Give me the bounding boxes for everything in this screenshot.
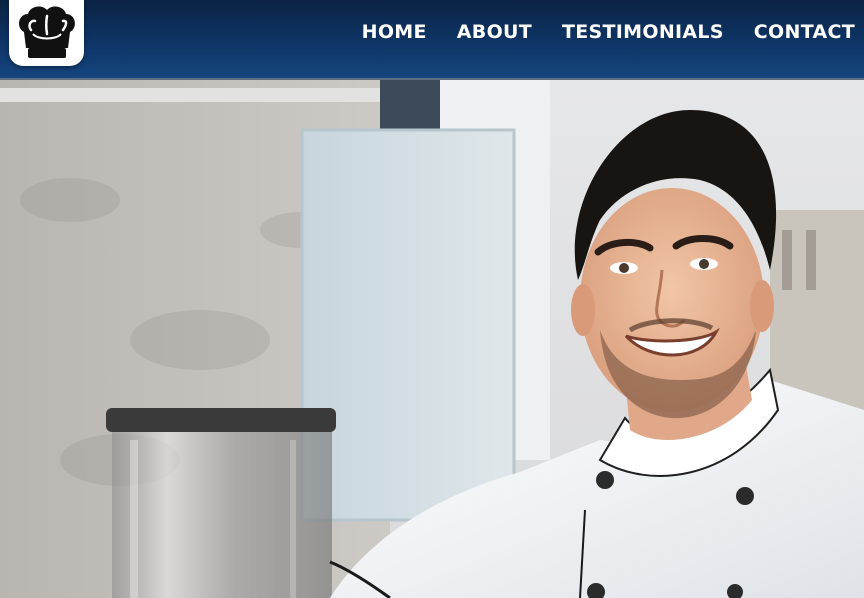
site-header: HOME ABOUT TESTIMONIALS CONTACT (0, 0, 864, 80)
nav-testimonials[interactable]: TESTIMONIALS (562, 21, 724, 43)
landing-page: HOME ABOUT TESTIMONIALS CONTACT (0, 0, 864, 598)
nav-contact[interactable]: CONTACT (754, 21, 855, 43)
nav-home[interactable]: HOME (362, 21, 427, 43)
chef-hat-icon (16, 4, 78, 62)
main-nav: HOME ABOUT TESTIMONIALS CONTACT (362, 0, 855, 64)
site-logo[interactable] (9, 0, 84, 66)
nav-about[interactable]: ABOUT (457, 21, 532, 43)
hero-image (0, 80, 864, 598)
chef-photo (0, 80, 864, 598)
